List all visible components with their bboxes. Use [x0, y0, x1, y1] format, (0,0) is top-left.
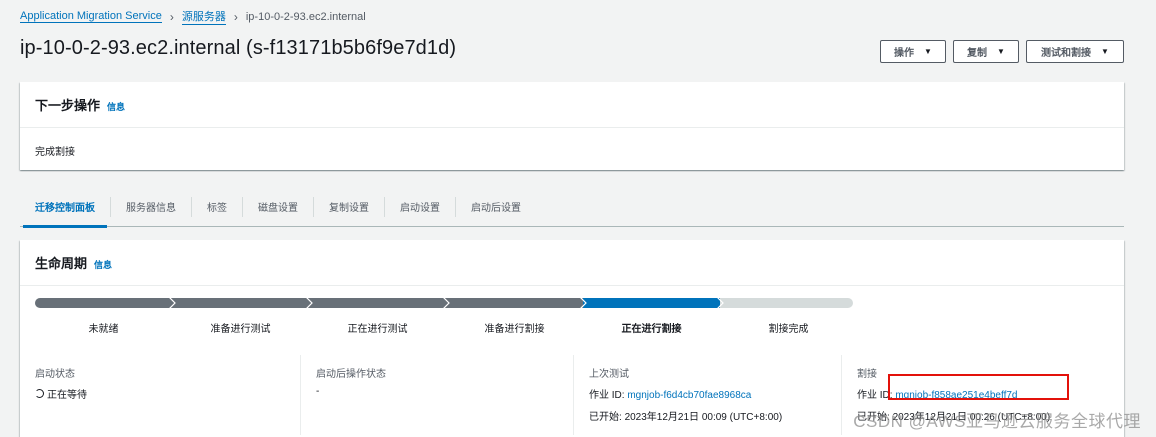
- breadcrumb: Application Migration Service › 源服务器 › i…: [20, 8, 366, 25]
- post-launch-status-column: 启动后操作状态 -: [300, 355, 573, 435]
- launch-status-column: 启动状态 正在等待: [20, 355, 300, 435]
- progress-segment-3: [446, 298, 583, 308]
- stage-label-test-in-progress: 正在进行测试: [347, 324, 408, 335]
- progress-segment-4: [583, 298, 720, 308]
- next-step-card: 下一步操作 信息 完成割接: [20, 82, 1124, 170]
- chevron-right-icon: ›: [169, 9, 174, 24]
- progress-segment-2: [309, 298, 446, 308]
- test-cutover-dropdown-button[interactable]: 测试和割接 ▼: [1026, 40, 1124, 63]
- cutover-started-label: 已开始:: [857, 412, 890, 423]
- last-test-job-prefix: 作业 ID:: [589, 390, 625, 401]
- next-step-info-link[interactable]: 信息: [107, 100, 125, 113]
- chevron-separator-icon: [169, 298, 176, 308]
- tab-migration-dashboard[interactable]: 迁移控制面板: [20, 197, 110, 228]
- page-title: ip-10-0-2-93.ec2.internal (s-f13171b5b6f…: [20, 37, 457, 59]
- lifecycle-header: 生命周期 信息: [20, 240, 1124, 286]
- launch-status-value: 正在等待: [35, 386, 300, 401]
- lifecycle-info-link[interactable]: 信息: [94, 258, 112, 271]
- tab-tags[interactable]: 标签: [191, 196, 242, 217]
- test-cutover-label: 测试和割接: [1041, 48, 1092, 59]
- lifecycle-progress-bar: [35, 298, 853, 308]
- cutover-started-value: 2023年12月21日 00:26 (UTC+8:00): [892, 412, 1051, 423]
- next-step-body: 完成割接: [35, 147, 75, 158]
- last-test-job-link[interactable]: mgnjob-f6d4cb70fae8968ca: [627, 390, 751, 401]
- cutover-job-link[interactable]: mgnjob-f858ae251e4beff7d: [895, 390, 1017, 401]
- post-launch-status-value: -: [316, 386, 320, 397]
- last-test-started-value: 2023年12月21日 00:09 (UTC+8:00): [624, 412, 783, 423]
- chevron-separator-icon: [443, 298, 450, 308]
- lifecycle-title: 生命周期: [35, 256, 88, 271]
- last-test-started-label: 已开始:: [589, 412, 622, 423]
- tab-launch-settings[interactable]: 启动设置: [384, 196, 455, 217]
- stage-label-ready-for-test: 准备进行测试: [210, 324, 271, 335]
- stage-label-ready-for-cutover: 准备进行割接: [484, 324, 545, 335]
- header-actions: 操作 ▼ 复制 ▼ 测试和割接 ▼: [880, 40, 1124, 63]
- last-test-job-row: 作业 ID: mgnjob-f6d4cb70fae8968ca: [589, 386, 841, 401]
- cutover-started-row: 已开始: 2023年12月21日 00:26 (UTC+8:00): [857, 408, 1124, 423]
- chevron-right-icon: ›: [233, 9, 238, 24]
- replicate-label: 复制: [967, 48, 988, 59]
- last-test-started-row: 已开始: 2023年12月21日 00:09 (UTC+8:00): [589, 408, 841, 423]
- chevron-separator-icon: [580, 298, 587, 308]
- lifecycle-status-grid: 启动状态 正在等待 启动后操作状态 - 上次测试 作业 ID: mgnjob-f…: [20, 355, 1124, 435]
- progress-segment-1: [172, 298, 309, 308]
- stage-label-cutover-in-progress: 正在进行割接: [621, 324, 682, 335]
- next-step-title: 下一步操作: [35, 98, 101, 113]
- post-launch-status-label: 启动后操作状态: [316, 369, 386, 380]
- launch-status-label: 启动状态: [35, 369, 75, 380]
- breadcrumb-link-source-servers[interactable]: 源服务器: [181, 8, 226, 25]
- cutover-job-row: 作业 ID: mgnjob-f858ae251e4beff7d: [857, 386, 1124, 401]
- replicate-dropdown-button[interactable]: 复制 ▼: [953, 40, 1019, 63]
- progress-track: [35, 298, 853, 308]
- caret-down-icon: ▼: [1101, 47, 1109, 56]
- stage-label-cutover-complete: 割接完成: [768, 324, 809, 335]
- caret-down-icon: ▼: [924, 47, 932, 56]
- breadcrumb-link-mgn[interactable]: Application Migration Service: [20, 10, 162, 23]
- actions-dropdown-button[interactable]: 操作 ▼: [880, 40, 946, 63]
- breadcrumb-current: ip-10-0-2-93.ec2.internal: [245, 10, 366, 23]
- stage-label-not-ready: 未就绪: [88, 324, 119, 335]
- chevron-separator-icon: [717, 298, 724, 308]
- cutover-job-prefix: 作业 ID:: [857, 390, 893, 401]
- cutover-label: 割接: [857, 369, 877, 380]
- launch-status-text: 正在等待: [47, 390, 87, 401]
- lifecycle-stage-labels: 未就绪 准备进行测试 正在进行测试 准备进行割接 正在进行割接 割接完成: [35, 320, 853, 335]
- next-step-header: 下一步操作 信息: [20, 82, 1124, 128]
- tab-post-launch-settings[interactable]: 启动后设置: [455, 196, 536, 217]
- last-test-column: 上次测试 作业 ID: mgnjob-f6d4cb70fae8968ca 已开始…: [573, 355, 841, 435]
- tab-disk-settings[interactable]: 磁盘设置: [242, 196, 313, 217]
- actions-label: 操作: [894, 48, 915, 59]
- tab-replication-settings[interactable]: 复制设置: [313, 196, 384, 217]
- spinner-icon: [35, 389, 44, 398]
- tab-server-info[interactable]: 服务器信息: [110, 196, 191, 217]
- caret-down-icon: ▼: [997, 47, 1005, 56]
- tab-bar: 迁移控制面板 服务器信息 标签 磁盘设置 复制设置 启动设置 启动后设置: [20, 187, 1124, 228]
- last-test-label: 上次测试: [589, 369, 629, 380]
- chevron-separator-icon: [306, 298, 313, 308]
- progress-segment-0: [35, 298, 172, 308]
- lifecycle-card: 生命周期 信息 未就绪 准备进行测试 正在进行测试 准备进行割接 正在进行割接 …: [20, 240, 1124, 437]
- cutover-column: 割接 作业 ID: mgnjob-f858ae251e4beff7d 已开始: …: [841, 355, 1124, 435]
